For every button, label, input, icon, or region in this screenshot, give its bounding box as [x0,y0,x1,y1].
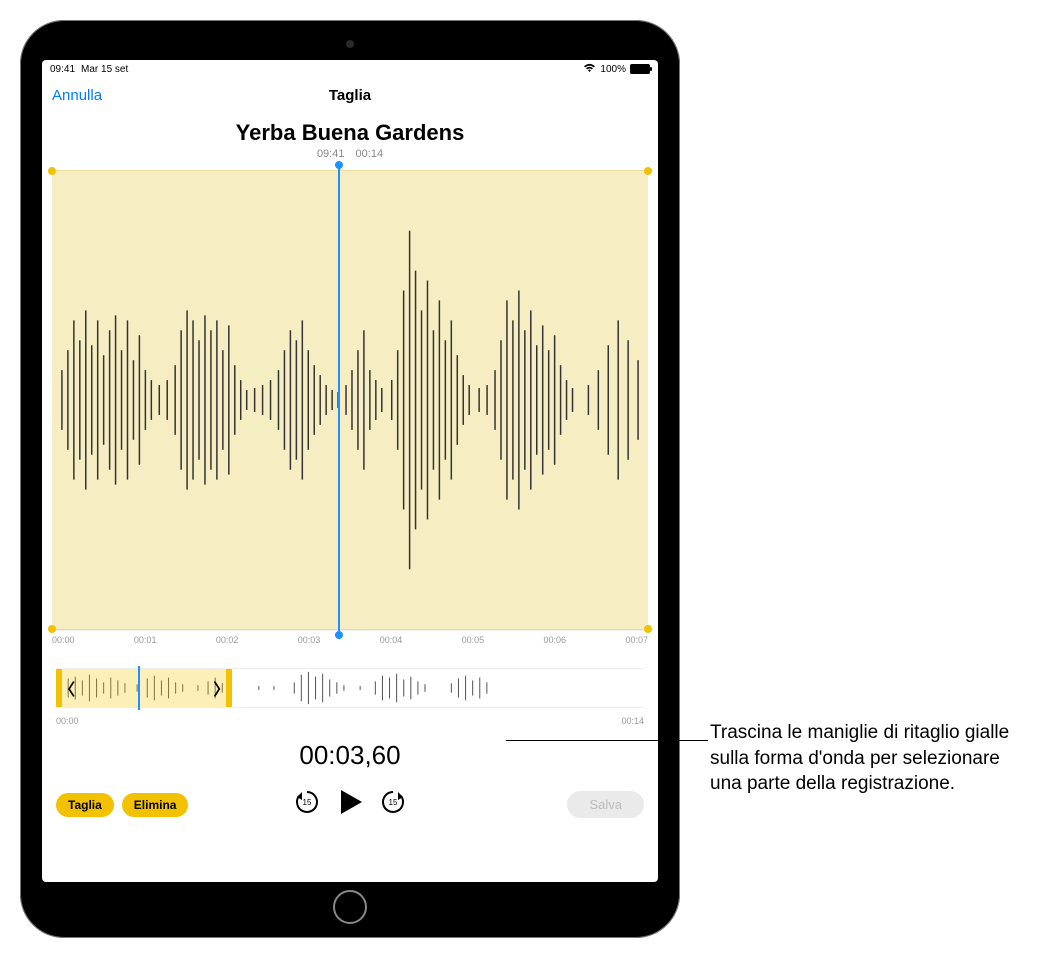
waveform-graphic [52,171,648,629]
trim-handle-left-icon[interactable]: 〈 [59,676,75,700]
ruler-tick: 00:06 [544,635,567,650]
playback-timer: 00:03,60 [42,740,658,771]
callout-leader-line [506,740,708,741]
battery-percent: 100% [600,64,626,75]
skip-forward-15-icon[interactable]: 15 [379,788,407,821]
waveform-main[interactable] [52,170,648,630]
ruler-tick: 00:01 [134,635,157,650]
trim-handle-bottom-right[interactable] [644,625,652,633]
device-camera [346,40,354,48]
trim-handle-right-icon[interactable]: 〉 [213,676,229,700]
time-ruler: 00:00 00:01 00:02 00:03 00:04 00:05 00:0… [52,630,648,650]
trim-selection[interactable]: 〈 〉 [56,669,232,707]
wifi-icon [583,63,596,76]
delete-button[interactable]: Elimina [122,793,189,817]
svg-text:15: 15 [389,798,398,807]
recording-duration: 00:14 [356,148,384,160]
svg-text:15: 15 [303,798,312,807]
ruler-tick: 00:07 [625,635,648,650]
status-time: 09:41 [50,64,75,75]
ruler-tick: 00:02 [216,635,239,650]
screen: 09:41 Mar 15 set 100% Annulla Taglia Yer… [42,60,658,882]
page-title: Taglia [329,87,371,104]
ruler-tick: 00:03 [298,635,321,650]
recording-title: Yerba Buena Gardens [42,120,658,146]
callout-text: Trascina le maniglie di ritaglio gialle … [710,720,1030,797]
nav-bar: Annulla Taglia [42,78,658,112]
play-icon[interactable] [335,787,365,822]
status-date: Mar 15 set [81,64,128,75]
battery-icon [630,64,650,74]
overview-start: 00:00 [56,716,79,726]
save-button[interactable]: Salva [567,791,644,818]
trim-handle-top-right[interactable] [644,167,652,175]
overview-times: 00:00 00:14 [56,716,644,726]
skip-back-15-icon[interactable]: 15 [293,788,321,821]
overview-end: 00:14 [621,716,644,726]
ruler-tick: 00:04 [380,635,403,650]
ruler-tick: 00:05 [462,635,485,650]
cancel-button[interactable]: Annulla [52,87,102,104]
trim-handle-top-left[interactable] [48,167,56,175]
waveform-overview[interactable]: 〈 〉 [56,668,644,708]
ruler-tick: 00:00 [52,635,75,650]
playhead-overview[interactable] [138,666,140,710]
ipad-frame: 09:41 Mar 15 set 100% Annulla Taglia Yer… [20,20,680,938]
home-button[interactable] [333,890,367,924]
trim-button[interactable]: Taglia [56,793,114,817]
recording-header: Yerba Buena Gardens 09:41 00:14 [42,112,658,164]
status-bar: 09:41 Mar 15 set 100% [42,60,658,78]
playhead-main[interactable] [338,165,340,635]
trim-handle-bottom-left[interactable] [48,625,56,633]
recording-clock: 09:41 [317,148,345,160]
controls-row: Taglia Elimina 15 15 Sal [42,781,658,840]
